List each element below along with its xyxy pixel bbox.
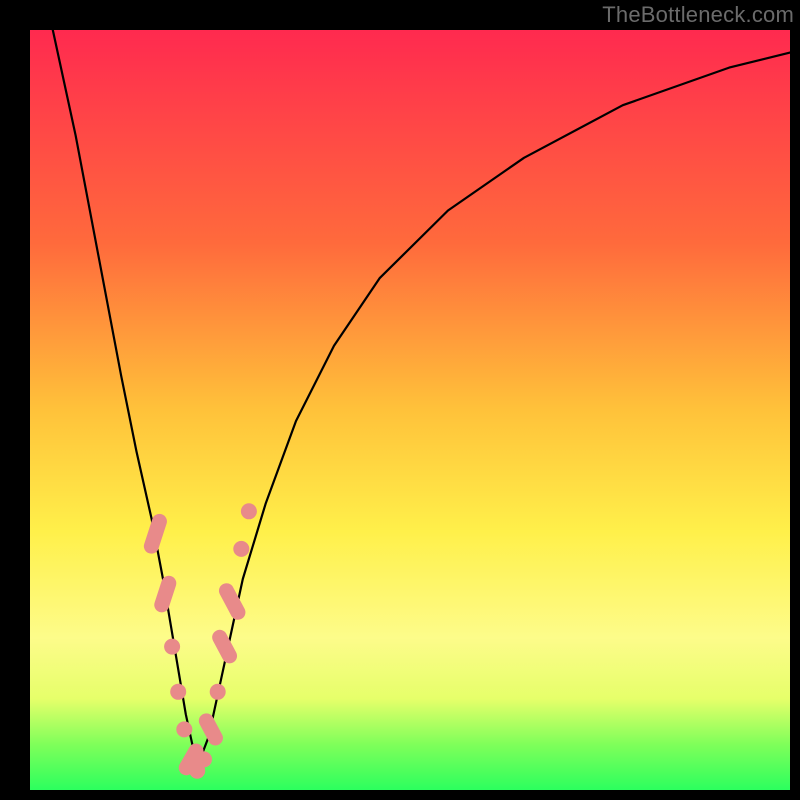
marker-group [142,503,257,778]
plot-area [30,30,790,790]
curve-marker-dot [233,541,249,557]
curve-marker-dot [170,684,186,700]
curve-marker-pill [152,574,178,614]
bottleneck-curve [53,30,790,767]
watermark-text: TheBottleneck.com [602,2,794,28]
curve-marker-pill [210,627,240,666]
curve-marker-pill [216,581,248,623]
curve-marker-dot [241,503,257,519]
curve-marker-pill [196,711,225,748]
curve-marker-dot [164,639,180,655]
chart-frame: TheBottleneck.com [0,0,800,800]
curve-marker-pill [142,512,169,556]
bottleneck-curve-path [53,30,790,767]
curve-marker-dot [176,721,192,737]
curve-marker-dot [196,751,212,767]
curve-layer [30,30,790,790]
curve-marker-dot [210,684,226,700]
